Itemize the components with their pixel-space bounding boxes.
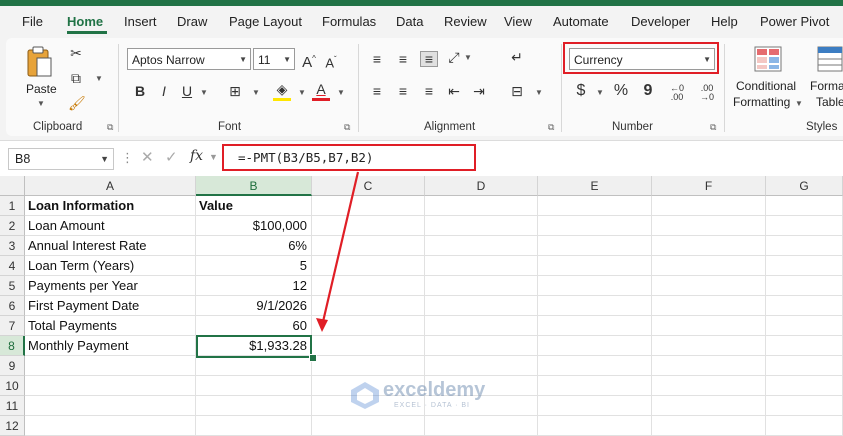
annotation-arrow [316, 171, 360, 332]
